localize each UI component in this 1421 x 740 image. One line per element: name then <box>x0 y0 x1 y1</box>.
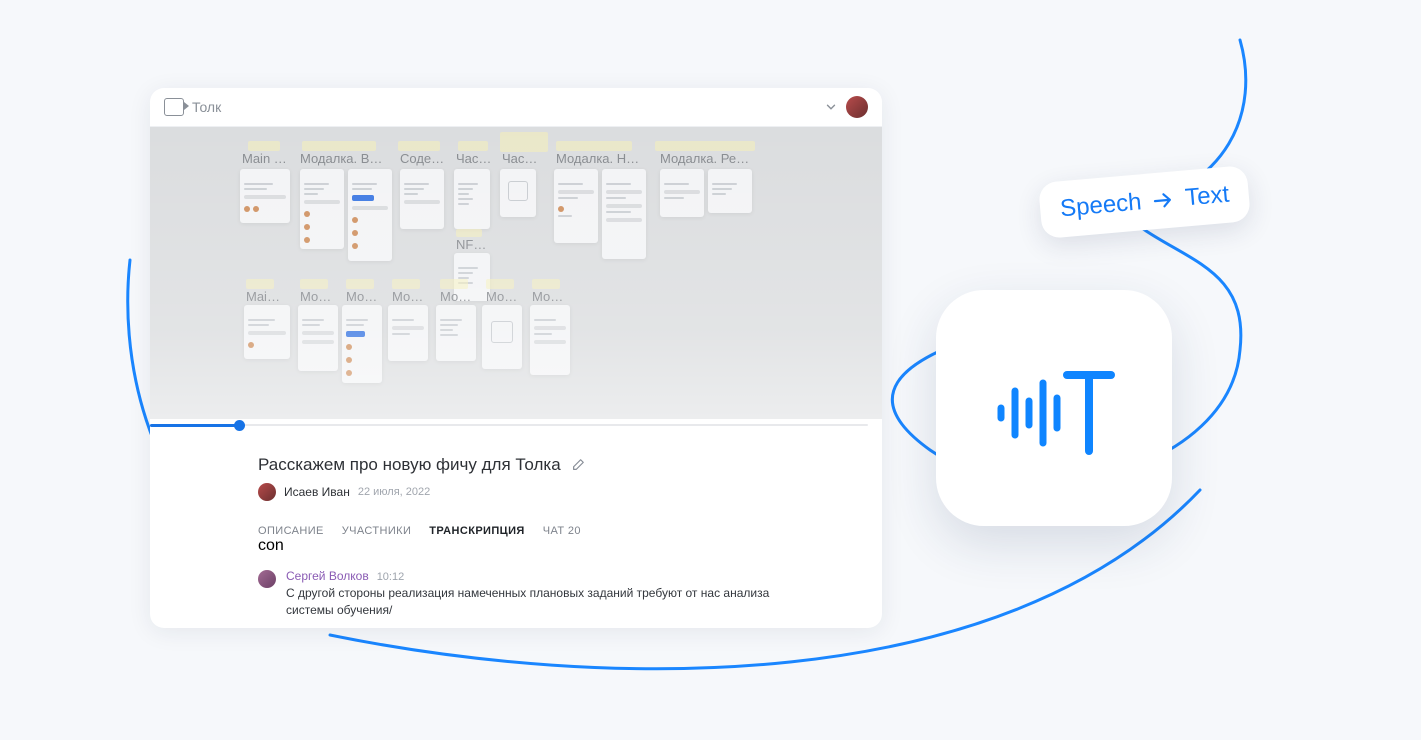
frame-thumbnails: Main … Модалка. В… Соде… Час… Час… Модал… <box>150 127 882 419</box>
frame-thumbnail[interactable] <box>300 169 344 249</box>
callout-speech: Speech <box>1059 188 1143 223</box>
frame-label: Main … <box>242 151 287 166</box>
speaker-name: Сергей Волков <box>286 569 369 583</box>
edit-icon[interactable] <box>571 458 585 472</box>
frame-label: Mai… <box>246 289 280 304</box>
frame-thumbnail[interactable] <box>708 169 752 213</box>
frame-label: Мо… <box>346 289 377 304</box>
tab-chat[interactable]: ЧАТ 20 <box>543 525 581 537</box>
frame-thumbnail[interactable] <box>602 169 646 259</box>
frame-thumbnail[interactable] <box>482 305 522 369</box>
progress-thumb[interactable] <box>234 420 245 431</box>
frame-label: Мо… <box>532 289 563 304</box>
transcript-entry: Сергей Волков 10:12 С другой стороны реа… <box>258 569 774 619</box>
transcript-text: С другой стороны реализация намеченных п… <box>286 585 774 619</box>
frame-thumbnail[interactable] <box>348 169 392 261</box>
speech-to-text-callout: Speech Text <box>1038 165 1252 239</box>
frame-thumbnail[interactable] <box>298 305 338 371</box>
frame-thumbnail[interactable] <box>500 169 536 217</box>
frame-label: Мо… <box>300 289 331 304</box>
frame-label: NF… <box>456 237 486 252</box>
frame-thumbnail[interactable] <box>660 169 704 217</box>
author-name: Исаев Иван <box>284 485 350 499</box>
tab-participants[interactable]: УЧАСТНИКИ <box>342 525 411 537</box>
speaker-time[interactable]: 10:12 <box>377 571 405 583</box>
frame-label: Мо… <box>486 289 517 304</box>
frame-thumbnail[interactable] <box>388 305 428 361</box>
callout-text: Text <box>1184 181 1230 213</box>
author-avatar <box>258 483 276 501</box>
frame-thumbnail[interactable] <box>342 305 382 383</box>
frame-label: Мо… <box>440 289 471 304</box>
recording-date: 22 июля, 2022 <box>358 486 430 498</box>
frame-label: Соде… <box>400 151 444 166</box>
frame-thumbnail[interactable] <box>240 169 290 223</box>
frame-label: Мо… <box>392 289 423 304</box>
recording-details: Расскажем про новую фичу для Толка Исаев… <box>150 433 882 628</box>
frame-thumbnail[interactable] <box>400 169 444 229</box>
frame-thumbnail[interactable] <box>454 169 490 229</box>
feature-badge <box>936 290 1172 526</box>
tab-transcription[interactable]: ТРАНСКРИПЦИЯ <box>429 525 524 537</box>
frame-label: Модалка. Ре… <box>660 151 749 166</box>
frame-thumbnail[interactable] <box>530 305 570 375</box>
app-logo-icon <box>164 98 184 116</box>
app-window: Толк Main … Модалка. В… Соде… Час… Час… … <box>150 88 882 628</box>
frame-thumbnail[interactable] <box>554 169 598 243</box>
frame-thumbnail[interactable] <box>436 305 476 361</box>
speech-to-text-icon <box>989 343 1119 473</box>
app-title: Толк <box>192 99 221 115</box>
playback-progress[interactable] <box>150 419 882 433</box>
user-avatar[interactable] <box>846 96 868 118</box>
detail-tabs: ОПИСАНИЕ УЧАСТНИКИ ТРАНСКРИПЦИЯ ЧАТ 20 <box>258 525 774 537</box>
frame-label: Модалка. Но… <box>556 151 646 166</box>
transcript-list: Сергей Волков 10:12 С другой стороны реа… <box>258 569 774 628</box>
recording-canvas[interactable]: Main … Модалка. В… Соде… Час… Час… Модал… <box>150 127 882 419</box>
frame-label: Модалка. В… <box>300 151 382 166</box>
chevron-down-icon[interactable] <box>824 100 838 114</box>
recording-title: Расскажем про новую фичу для Толка <box>258 455 561 475</box>
titlebar: Толк <box>150 88 882 127</box>
frame-thumbnail[interactable] <box>244 305 290 359</box>
speaker-avatar <box>258 570 276 588</box>
frame-label: Час… <box>456 151 491 166</box>
arrow-right-icon <box>1150 187 1176 213</box>
tab-description[interactable]: ОПИСАНИЕ <box>258 525 324 537</box>
frame-label: Час… <box>502 151 537 166</box>
